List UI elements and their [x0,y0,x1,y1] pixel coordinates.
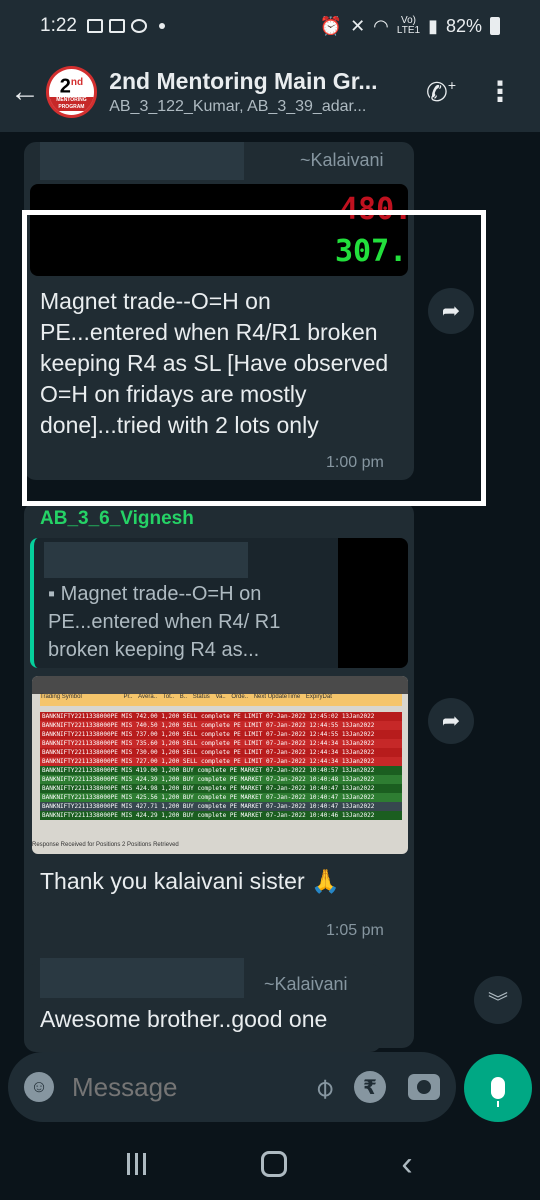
message-text-2: Thank you kalaivani sister 🙏 [40,868,340,894]
table-row: BANKNIFTY2211338000PE MIS 742.00 1,200 S… [40,712,402,721]
battery-icon [490,17,500,35]
redacted-sender-name [40,142,244,180]
back-arrow-icon[interactable]: ← [10,75,44,109]
group-avatar[interactable]: 2nd MENTORING PROGRAM [45,66,98,118]
mute-icon: ✕ [350,15,366,36]
more-notifications-dot-icon [158,23,165,29]
signal-icon: ▮ [428,15,438,36]
table-status-footer: Response Received for Positions 2 Positi… [32,842,179,848]
message-text-3: Awesome brother..good one [40,1006,328,1032]
message-input-bar: ☺ ⌀ ₹ [8,1052,456,1122]
redacted-quote-sender [44,542,248,578]
image-icon: ▪ [48,583,56,605]
payment-icon[interactable]: ₹ [354,1071,386,1103]
app-notification-icon [130,19,147,33]
table-row: BANKNIFTY2211338000PE MIS 730.00 1,200 S… [40,748,402,757]
more-vert-icon[interactable]: ⋮ [486,78,514,106]
attach-icon[interactable]: ⌀ [306,1069,341,1104]
chat-participants: AB_3_122_Kumar, AB_3_39_adar... [109,98,367,115]
chat-title: 2nd Mentoring Main Gr... [109,68,378,94]
emoji-icon[interactable]: ☺ [24,1072,54,1102]
add-call-icon[interactable]: ✆+ [426,77,456,108]
mic-button[interactable] [464,1054,532,1122]
mic-icon [491,1077,505,1107]
trade-table-image[interactable]: Trading Symbol Pr.. Avera.. Tot.. B.. St… [32,676,408,854]
youtube-notification-icon [108,19,125,33]
status-time: 1:22 [40,15,77,36]
network-type-label: Vo) LTE1 [396,15,421,36]
sender-name[interactable]: AB_3_6_Vignesh [40,508,194,530]
redacted-sender-name [40,958,244,998]
table-row: BANKNIFTY2211338000PE MIS 424.39 1,200 B… [40,775,402,784]
battery-percent: 82% [445,15,482,36]
avatar-band-text: MENTORING PROGRAM [48,96,95,111]
table-row: BANKNIFTY2211338000PE MIS 427.71 1,200 B… [40,802,402,811]
table-row: BANKNIFTY2211338000PE MIS 740.50 1,200 S… [40,721,402,730]
table-window-titlebar [32,676,408,694]
quoted-message[interactable]: ▪ Magnet trade--O=H on PE...entered when… [30,538,408,668]
message-input[interactable] [72,1071,242,1103]
sender-name-suffix: ~Kalaivani [300,150,384,170]
highlight-frame [22,210,486,506]
table-header: Trading Symbol Pr.. Avera.. Tot.. B.. St… [40,694,402,706]
quoted-text: Magnet trade--O=H on PE...entered when R… [48,583,281,661]
table-row: BANKNIFTY2211338000PE MIS 737.00 1,200 S… [40,730,402,739]
status-bar: 1:22 ⏰ ✕ ◠ Vo) LTE1 ▮ 82% [0,0,540,52]
message-time-2: 1:05 pm [326,922,384,939]
table-row: BANKNIFTY2211338000PE MIS 425.56 1,200 B… [40,793,402,802]
home-icon[interactable] [260,1151,287,1177]
wifi-icon: ◠ [373,15,389,36]
notification-icons [86,19,165,33]
chat-info[interactable]: 2nd Mentoring Main Gr... AB_3_122_Kumar,… [109,68,426,116]
table-row: BANKNIFTY2211338000PE MIS 735.60 1,200 S… [40,739,402,748]
scroll-to-bottom-icon[interactable]: ︾ [474,976,522,1024]
sender-name-suffix: ~Kalaivani [264,974,348,994]
table-row: BANKNIFTY2211338000PE MIS 727.00 1,200 S… [40,757,402,766]
alarm-icon: ⏰ [319,15,343,36]
system-nav-bar: ‹ [0,1128,540,1200]
gallery-notification-icon [86,19,103,33]
forward-icon[interactable]: ➦ [428,698,474,744]
chat-header: ← 2nd MENTORING PROGRAM 2nd Mentoring Ma… [0,52,540,132]
quoted-image-thumbnail [338,538,408,668]
recents-icon[interactable] [127,1153,147,1175]
table-row: BANKNIFTY2211338000PE MIS 424.98 1,200 B… [40,784,402,793]
back-icon[interactable]: ‹ [401,1145,412,1184]
table-row: BANKNIFTY2211338000PE MIS 424.29 1,200 B… [40,811,402,820]
table-row: BANKNIFTY2211338000PE MIS 419.00 1,200 B… [40,766,402,775]
camera-icon[interactable] [408,1074,440,1100]
